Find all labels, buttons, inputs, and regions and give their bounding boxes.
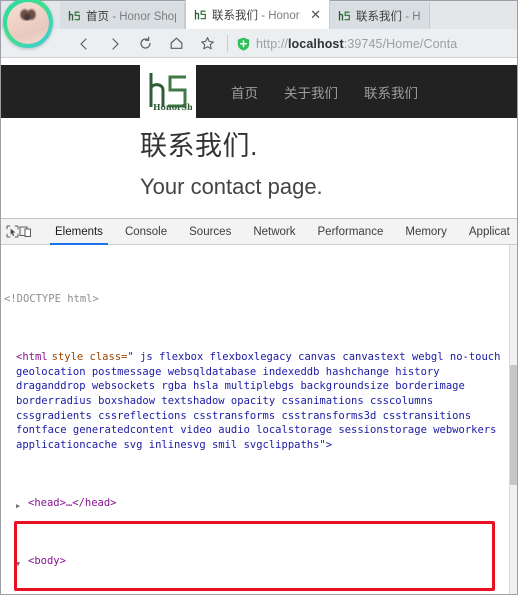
hs-logo-icon: [338, 10, 351, 22]
dom-tree: <!DOCTYPE html> <html style class=" js fl…: [0, 245, 509, 595]
url-path: :39745/Home/Conta: [343, 36, 458, 51]
dom-tree-panel[interactable]: <!DOCTYPE html> <html style class=" js fl…: [0, 245, 518, 595]
browser-toolbar: http://localhost:39745/Home/Conta: [0, 29, 518, 57]
devtools-toolbar: Elements Console Sources Network Perform…: [0, 219, 518, 245]
avatar[interactable]: [3, 0, 55, 50]
home-icon[interactable]: [161, 29, 192, 57]
collapse-arrow-icon[interactable]: ▼: [16, 557, 24, 568]
url-host: localhost: [287, 36, 344, 51]
browser-tab-1-title: 首页 - Honor Shop: [86, 10, 176, 23]
inspect-element-icon[interactable]: [6, 219, 19, 245]
browser-tab-1[interactable]: 首页 - Honor Shop: [60, 2, 185, 29]
site-nav-item-about[interactable]: 关于我们: [271, 82, 351, 102]
page-viewport: HonorShop 首页 关于我们 联系我们 联系我们. Your contac…: [0, 58, 518, 218]
logo-wordmark: HonorShop: [153, 102, 192, 112]
devtools-panel: Elements Console Sources Network Perform…: [0, 218, 518, 595]
forward-button[interactable]: [99, 29, 130, 57]
back-button[interactable]: [68, 29, 99, 57]
tab-console[interactable]: Console: [114, 219, 178, 245]
browser-tab-3[interactable]: 联系我们 - Hon: [330, 2, 430, 29]
site-navbar-container: HonorShop 首页 关于我们 联系我们: [140, 65, 518, 118]
device-toolbar-icon[interactable]: [19, 219, 32, 245]
hs-logo-icon: [68, 10, 81, 22]
avatar-ring: [3, 0, 53, 48]
page-title: 联系我们.: [140, 131, 259, 161]
devtools-scrollbar-thumb[interactable]: [510, 365, 517, 485]
refresh-icon[interactable]: [130, 29, 161, 57]
honor-shop-logo-icon: HonorShop: [149, 72, 192, 112]
site-nav-links: 首页 关于我们 联系我们: [218, 65, 431, 118]
page-heading: 联系我们. Your contact page.: [140, 131, 323, 199]
tab-memory[interactable]: Memory: [394, 219, 458, 245]
dom-line-html[interactable]: <html style class=" js flexbox flexboxleg…: [4, 350, 507, 452]
tab-strip: 首页 - Honor Shop 联系我们 - Honor Shop ✕: [0, 0, 518, 29]
tab-performance[interactable]: Performance: [307, 219, 395, 245]
devtools-tabs: Elements Console Sources Network Perform…: [44, 219, 518, 245]
tab-network[interactable]: Network: [242, 219, 306, 245]
browser-tab-2[interactable]: 联系我们 - Honor Shop ✕: [185, 0, 330, 29]
tab-application[interactable]: Applicat: [458, 219, 518, 245]
browser-tab-2-title: 联系我们 - Honor Shop: [212, 9, 302, 22]
site-nav-item-home[interactable]: 首页: [218, 82, 271, 102]
site-nav-item-contact[interactable]: 联系我们: [351, 82, 431, 102]
browser-tab-3-title: 联系我们 - Hon: [356, 10, 421, 23]
devtools-scrollbar[interactable]: [509, 245, 518, 595]
close-icon[interactable]: ✕: [302, 8, 321, 21]
shield-icon: [237, 37, 250, 51]
dom-line-body[interactable]: ▼ <body>: [4, 554, 507, 569]
avatar-photo: [7, 2, 49, 44]
page-subtitle: Your contact page.: [140, 174, 323, 200]
toolbar-divider: [227, 35, 228, 52]
expand-arrow-icon[interactable]: ▶: [16, 499, 24, 510]
address-bar[interactable]: http://localhost:39745/Home/Conta: [256, 37, 457, 51]
url-scheme: http://: [256, 36, 288, 51]
star-icon[interactable]: [192, 29, 223, 57]
dom-line-doctype: <!DOCTYPE html>: [4, 292, 99, 305]
tab-elements[interactable]: Elements: [44, 219, 114, 245]
site-navbar: HonorShop 首页 关于我们 联系我们: [0, 65, 518, 118]
dom-line-head[interactable]: ▶ <head>…</head>: [4, 496, 507, 511]
browser-window: 首页 - Honor Shop 联系我们 - Honor Shop ✕: [0, 0, 518, 595]
navbar-brand-link[interactable]: HonorShop: [140, 65, 196, 118]
browser-chrome: 首页 - Honor Shop 联系我们 - Honor Shop ✕: [0, 0, 518, 58]
hs-logo-icon: [194, 9, 207, 21]
tab-sources[interactable]: Sources: [178, 219, 242, 245]
